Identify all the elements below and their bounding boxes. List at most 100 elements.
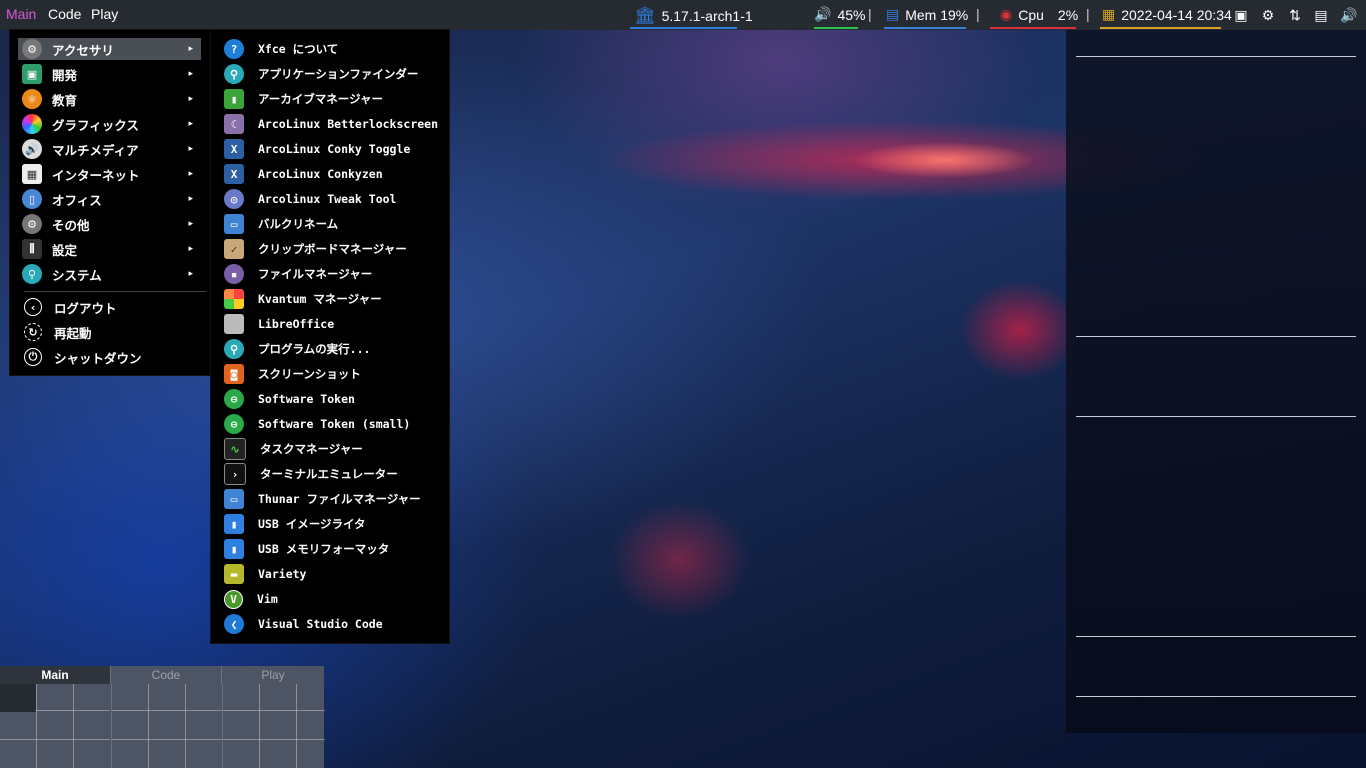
bulk-rename-icon: ▭ — [224, 214, 244, 234]
menu-item-logout[interactable]: ‹ ログアウト — [18, 296, 201, 318]
submenu-item-vscode[interactable]: ❮ Visual Studio Code — [221, 613, 441, 635]
volume-icon: 🔊 — [814, 6, 832, 22]
menu-item-settings[interactable]: ⫼ 設定 ▸ — [18, 238, 201, 260]
submenu-item-bulk-rename[interactable]: ▭ バルクリネーム — [221, 213, 441, 235]
submenu-item-libreoffice[interactable]: LibreOffice — [221, 313, 441, 335]
cpu-gauge-icon: ◉ — [1000, 6, 1013, 22]
usb-writer-icon: ▮ — [224, 514, 244, 534]
submenu-item-label: ArcoLinux Betterlockscreen — [258, 117, 439, 131]
submenu-item-software-token-small[interactable]: ⊖ Software Token (small) — [221, 413, 441, 435]
submenu-arrow-icon: ▸ — [188, 169, 193, 179]
network-arrows-icon[interactable]: ⇅ — [1286, 6, 1304, 24]
submenu-item-screenshot[interactable]: ◙ スクリーンショット — [221, 363, 441, 385]
submenu-item-label: ArcoLinux Conky Toggle — [258, 142, 411, 156]
menu-item-accessories[interactable]: ⚙ アクセサリ ▸ — [18, 38, 201, 60]
submenu-item-label: LibreOffice — [258, 317, 335, 331]
date-time: 2022-04-14 20:34 — [1121, 6, 1232, 23]
pager-desktop-code[interactable] — [111, 684, 222, 768]
workspace-play[interactable]: Play — [91, 6, 118, 22]
internet-icon: ▦ — [22, 164, 42, 184]
shutdown-icon: ⏻ — [24, 348, 42, 366]
menu-item-label: シャットダウン — [54, 350, 142, 366]
date-widget[interactable]: ▦ 2022-04-14 20:34 — [1102, 6, 1232, 23]
submenu-arrow-icon: ▸ — [188, 44, 193, 54]
pager-tab-code[interactable]: Code — [111, 666, 222, 684]
separator: | — [976, 6, 980, 22]
submenu-item-label: Vim — [257, 592, 278, 606]
submenu-arrow-icon: ▸ — [188, 69, 193, 79]
panel-divider — [1076, 696, 1356, 697]
pager-tab-main[interactable]: Main — [0, 666, 111, 684]
submenu-item-software-token[interactable]: ⊖ Software Token — [221, 388, 441, 410]
submenu-item-usb-writer[interactable]: ▮ USB イメージライタ — [221, 513, 441, 535]
submenu-item-betterlockscreen[interactable]: ☾ ArcoLinux Betterlockscreen — [221, 113, 441, 135]
pager-window-thumbnail[interactable] — [0, 684, 36, 712]
submenu-item-run-program[interactable]: ⚲ プログラムの実行... — [221, 338, 441, 360]
memory-widget[interactable]: ▤ Mem 19% — [886, 6, 968, 23]
task-manager-icon: ∿ — [224, 438, 246, 460]
cpu-widget[interactable]: ◉ Cpu 2% — [1000, 6, 1078, 23]
submenu-item-tweak-tool[interactable]: ◎ Arcolinux Tweak Tool — [221, 188, 441, 210]
menu-item-office[interactable]: ▯ オフィス ▸ — [18, 188, 201, 210]
conky-panel — [1066, 30, 1366, 733]
kernel-widget[interactable]: 🏛 5.17.1-arch1-1 — [634, 6, 753, 26]
archive-icon: ▮ — [224, 89, 244, 109]
menu-item-internet[interactable]: ▦ インターネット ▸ — [18, 163, 201, 185]
multimedia-icon: 🔊 — [22, 139, 42, 159]
gear-icon[interactable]: ⚙ — [1259, 6, 1277, 24]
workspace-main[interactable]: Main — [6, 6, 36, 22]
menu-item-label: 設定 — [52, 242, 78, 258]
submenu-item-clipboard-manager[interactable]: ✓ クリップボードマネージャー — [221, 238, 441, 260]
logout-icon: ‹ — [24, 298, 42, 316]
menu-item-label: グラフィックス — [52, 117, 139, 133]
clipboard-tray-icon[interactable]: ▤ — [1312, 6, 1330, 24]
menu-item-restart[interactable]: ↻ 再起動 — [18, 321, 201, 343]
speaker-tray-icon[interactable]: 🔊 — [1340, 6, 1358, 24]
submenu-item-usb-formatter[interactable]: ▮ USB メモリフォーマッタ — [221, 538, 441, 560]
workspace-code[interactable]: Code — [48, 6, 81, 22]
office-icon: ▯ — [22, 189, 42, 209]
image-viewer-icon[interactable]: ▣ — [1232, 6, 1250, 24]
memory-underline — [884, 27, 966, 29]
submenu-item-terminal[interactable]: › ターミナルエミュレーター — [221, 463, 441, 485]
submenu-item-file-manager[interactable]: ▪ ファイルマネージャー — [221, 263, 441, 285]
submenu-item-label: Visual Studio Code — [258, 617, 383, 631]
submenu-item-archive-manager[interactable]: ▮ アーカイブマネージャー — [221, 88, 441, 110]
submenu-item-kvantum[interactable]: Kvantum マネージャー — [221, 288, 441, 310]
panel-divider — [1076, 56, 1356, 57]
submenu-item-about-xfce[interactable]: ? Xfce について — [221, 38, 441, 60]
submenu-item-label: Thunar ファイルマネージャー — [258, 492, 421, 506]
menu-item-system[interactable]: ⚲ システム ▸ — [18, 263, 201, 285]
applications-menu: ⚙ アクセサリ ▸ ▣ 開発 ▸ ⚛ 教育 ▸ グラフィックス ▸ 🔊 マルチメ… — [10, 30, 211, 375]
submenu-item-label: Xfce について — [258, 42, 339, 56]
token-icon: ⊖ — [224, 389, 244, 409]
submenu-item-label: ファイルマネージャー — [258, 267, 373, 281]
thunar-icon: ▭ — [224, 489, 244, 509]
menu-item-label: その他 — [52, 217, 90, 233]
pager-desktop-play[interactable] — [222, 684, 325, 768]
file-manager-icon: ▪ — [224, 264, 244, 284]
menu-item-other[interactable]: ⚙ その他 ▸ — [18, 213, 201, 235]
submenu-item-label: Variety — [258, 567, 307, 581]
pager-tab-play[interactable]: Play — [222, 666, 324, 684]
menu-item-multimedia[interactable]: 🔊 マルチメディア ▸ — [18, 138, 201, 160]
volume-widget[interactable]: 🔊 45% — [814, 6, 865, 23]
submenu-item-label: ArcoLinux Conkyzen — [258, 167, 383, 181]
menu-divider — [24, 291, 206, 292]
submenu-arrow-icon: ▸ — [188, 144, 193, 154]
submenu-item-conkyzen[interactable]: X ArcoLinux Conkyzen — [221, 163, 441, 185]
cpu-value: 2% — [1057, 6, 1079, 23]
submenu-item-vim[interactable]: V Vim — [221, 588, 441, 610]
submenu-item-conky-toggle[interactable]: X ArcoLinux Conky Toggle — [221, 138, 441, 160]
submenu-item-thunar[interactable]: ▭ Thunar ファイルマネージャー — [221, 488, 441, 510]
submenu-item-app-finder[interactable]: ⚲ アプリケーションファインダー — [221, 63, 441, 85]
token-small-icon: ⊖ — [224, 414, 244, 434]
menu-item-shutdown[interactable]: ⏻ シャットダウン — [18, 346, 201, 368]
submenu-item-variety[interactable]: ▬ Variety — [221, 563, 441, 585]
submenu-item-label: ターミナルエミュレーター — [260, 467, 398, 481]
submenu-item-task-manager[interactable]: ∿ タスクマネージャー — [221, 438, 441, 460]
menu-item-education[interactable]: ⚛ 教育 ▸ — [18, 88, 201, 110]
menu-item-graphics[interactable]: グラフィックス ▸ — [18, 113, 201, 135]
menu-item-development[interactable]: ▣ 開発 ▸ — [18, 63, 201, 85]
variety-icon: ▬ — [224, 564, 244, 584]
